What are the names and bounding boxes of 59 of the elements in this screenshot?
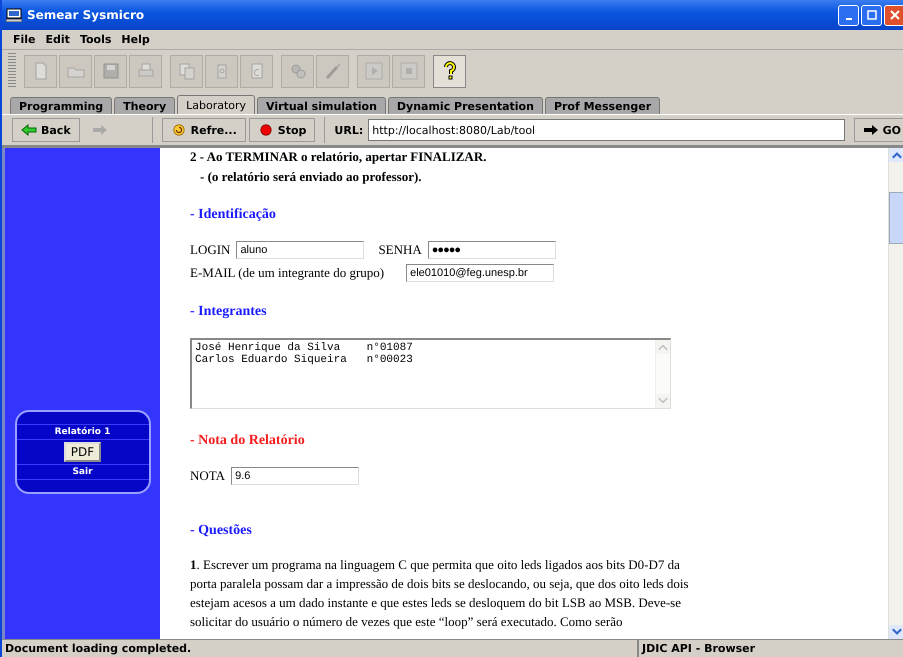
right-arrow-icon [862,124,879,136]
email-field[interactable]: ele01010@feg.unesp.br [406,264,554,282]
menu-item[interactable]: Edit [44,33,71,46]
close-icon [890,10,900,20]
computer-icon [6,8,22,22]
section-heading: - Nota do Relatório [190,433,306,449]
instruction-text: 2 - Ao TERMINAR o relatório, apertar FINALIZAR. [190,149,488,165]
scrollbar[interactable] [888,148,903,639]
stop-icon [258,124,274,136]
grade-label: NOTA [190,468,226,484]
save-icon [100,61,120,81]
login-label: LOGIN [190,242,230,258]
password-field[interactable]: ●●●●● [428,241,556,259]
tab[interactable]: Virtual simulation [257,97,386,114]
status-message: Document loading completed. [2,640,639,657]
stop-icon [398,61,418,81]
tab[interactable]: Programming [10,97,112,114]
window-title: Semear Sysmicro [27,8,144,22]
back-button[interactable]: Back [12,118,80,142]
maximize-icon [866,10,876,20]
section-heading: - Identificação [190,207,277,223]
url-label: URL: [334,124,364,136]
question-text: 1. Escrever um programa na linguagem C que permita que oito leds ligados aos bits D0-D7 da porta paralela possam dar a impressão de dois bits se deslocando, ou seja, que dos oito leds dois estejam acesos a um dado instante e que estes leds se desloquem do bit LSB ao MSB. Deve-se solicitar do usuário o número de vezes que este “loop” será executado. Como serão [190,556,690,631]
close-button[interactable] [884,4,903,26]
member-line: Carlos Eduardo Siqueira n°00023 [195,354,414,366]
menu-item[interactable]: Tools [78,33,112,46]
pdf-button[interactable]: PDF [64,442,102,462]
menu-item[interactable]: File [12,33,37,46]
section-heading: - Questões [190,523,253,539]
members-text-area[interactable]: José Henrique da Silva n°01087 Carlos Eduardo Siqueira n°00023 [190,338,671,409]
minimize-button[interactable] [838,4,859,26]
report-title: Relatório 1 [54,427,110,437]
login-field[interactable]: aluno [236,241,364,259]
status-text: JDIC API - Browser [640,641,756,657]
tab[interactable]: Dynamic Presentation [388,97,543,114]
refresh-button[interactable]: Refre... [162,118,246,142]
right-arrow-icon [92,124,108,136]
instruction-text: - (o relatório será enviado ao professor). [200,169,423,185]
play-icon [364,61,384,81]
url-field[interactable]: http://localhost:8080/Lab/tool [368,119,845,141]
help-button[interactable] [433,54,466,88]
grade-field[interactable]: 9.6 [231,467,360,485]
go-button[interactable]: GO [854,118,903,142]
scrollbar-thumb[interactable] [889,192,903,244]
tab[interactable]: Prof Messenger [544,97,660,114]
minimize-icon [846,18,852,20]
tab[interactable]: Laboratory [177,95,256,114]
email-label: E-MAIL (de um integrante do grupo) [190,265,384,281]
refresh-icon [170,124,187,136]
menu-item[interactable]: Help [120,33,151,46]
maximize-button[interactable] [861,4,882,26]
password-label: SENHA [378,242,422,258]
tab[interactable]: Theory [114,97,176,114]
member-line: José Henrique da Silva n°01087 [195,342,414,354]
section-heading: - Integrantes [190,304,268,320]
copy-icon [176,61,196,81]
stop-button[interactable]: Stop [248,118,316,142]
exit-link[interactable]: Sair [72,467,93,477]
left-arrow-icon [21,124,37,136]
